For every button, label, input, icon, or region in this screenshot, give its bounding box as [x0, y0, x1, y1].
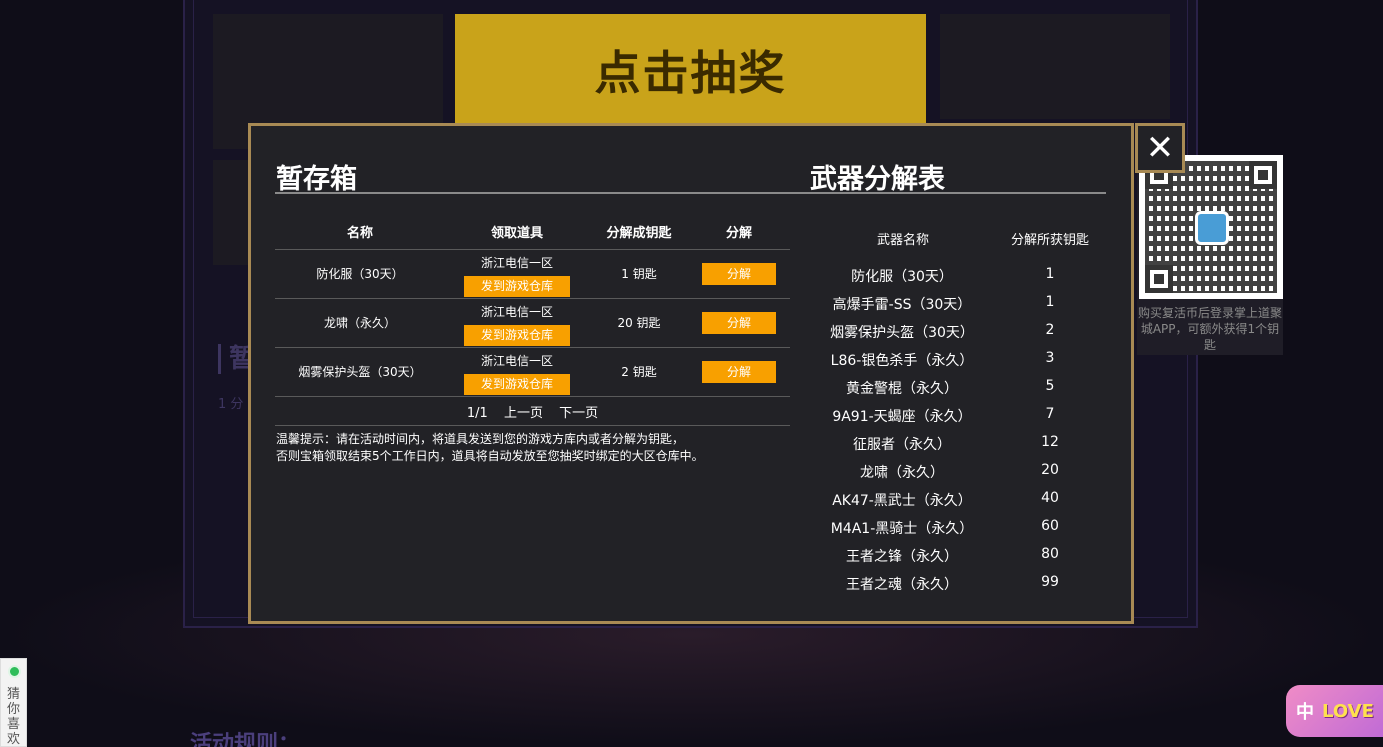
qr-code-image	[1139, 155, 1283, 299]
weapon-name: 9A91-天蝎座（永久）	[832, 409, 972, 425]
weapon-keys: 60	[1041, 518, 1059, 534]
tip-line-2: 否则宝箱领取结束5个工作日内，道具将自动发放至您抽奖时绑定的大区仓库中。	[276, 449, 704, 463]
weapon-row: 防化服（30天） 1	[810, 266, 1106, 288]
weapon-name: 黄金警棍（永久）	[846, 381, 958, 397]
weapon-keys: 5	[1045, 378, 1055, 394]
prev-page-link[interactable]: 上一页	[504, 406, 543, 421]
table-divider	[275, 347, 790, 348]
love-badge-zh: 中	[1296, 702, 1314, 723]
close-button[interactable]: ✕	[1135, 123, 1185, 173]
qr-app-logo-icon	[1195, 211, 1229, 245]
row-region: 浙江电信一区	[480, 305, 553, 319]
weapon-keys: 80	[1041, 546, 1059, 562]
storage-col-keys: 分解成钥匙	[606, 226, 672, 241]
weapon-keys: 2	[1045, 322, 1055, 338]
weapon-keys: 20	[1041, 462, 1059, 478]
table-divider	[275, 425, 790, 426]
storage-title: 暂存箱	[276, 164, 357, 195]
weapon-name: 防化服（30天）	[851, 269, 953, 285]
weapon-name: 高爆手雷-SS（30天）	[832, 297, 972, 313]
love-badge[interactable]: 中 LOVE	[1286, 685, 1383, 737]
row-region: 浙江电信一区	[480, 256, 553, 270]
background-storage-sub: 1 分	[218, 397, 244, 412]
rules-title: 活动规则：	[190, 732, 301, 747]
tip-line-1: 温馨提示：请在活动时间内，将道具发送到您的游戏方库内或者分解为钥匙，	[276, 432, 685, 446]
weapon-name: M4A1-黑骑士（永久）	[830, 521, 974, 537]
weapon-row: AK47-黑武士（永久） 40	[810, 490, 1106, 512]
guess-you-like-label: 猜你喜欢	[7, 687, 21, 747]
weapon-keys: 3	[1045, 350, 1055, 366]
prize-image-small	[213, 160, 248, 265]
next-page-link[interactable]: 下一页	[559, 406, 598, 421]
pagination: 1/1 上一页 下一页	[275, 402, 790, 421]
table-divider	[275, 396, 790, 397]
weapon-keys: 99	[1041, 574, 1059, 590]
status-dot-icon	[8, 665, 21, 678]
weapon-row: 王者之魂（永久） 99	[810, 574, 1106, 596]
send-to-warehouse-button[interactable]: 发到游戏仓库	[464, 276, 570, 297]
qr-pattern	[1145, 161, 1277, 293]
row-item-name: 烟雾保护头盔（30天）	[298, 365, 422, 379]
decompose-button[interactable]: 分解	[702, 312, 776, 334]
row-item-name: 防化服（30天）	[316, 267, 404, 281]
decompose-button[interactable]: 分解	[702, 361, 776, 383]
weapon-name: 龙啸（永久）	[860, 465, 944, 481]
prize-image-sword	[940, 14, 1170, 119]
weapon-keys: 40	[1041, 490, 1059, 506]
weapon-row: 9A91-天蝎座（永久） 7	[810, 406, 1106, 428]
weapon-keys: 7	[1045, 406, 1055, 422]
weapon-name: 征服者（永久）	[853, 437, 951, 453]
close-icon: ✕	[1145, 128, 1175, 168]
qr-caption: 购买复活币后登录掌上道聚城APP，可额外获得1个钥匙	[1137, 306, 1282, 352]
row-keys: 20 钥匙	[617, 316, 661, 330]
send-to-warehouse-button[interactable]: 发到游戏仓库	[464, 374, 570, 395]
row-region: 浙江电信一区	[480, 354, 553, 368]
love-badge-word: LOVE	[1322, 700, 1374, 722]
guess-you-like-widget[interactable]: 猜你喜欢	[0, 658, 27, 747]
weapon-name: 王者之魂（永久）	[846, 577, 958, 593]
weapon-name: AK47-黑武士（永久）	[832, 493, 972, 509]
qr-finder-bottom-left	[1145, 265, 1173, 293]
send-to-warehouse-button[interactable]: 发到游戏仓库	[464, 325, 570, 346]
weapon-name: 王者之锋（永久）	[846, 549, 958, 565]
weapon-row: 高爆手雷-SS（30天） 1	[810, 294, 1106, 316]
weapon-col-keys: 分解所获钥匙	[1010, 233, 1089, 248]
weapon-col-name: 武器名称	[876, 233, 929, 248]
weapon-row: 烟雾保护头盔（30天） 2	[810, 322, 1106, 344]
decompose-button[interactable]: 分解	[702, 263, 776, 285]
weapon-keys: 1	[1045, 294, 1055, 310]
draw-button[interactable]: 点击抽奖	[455, 14, 926, 126]
weapon-table-title: 武器分解表	[810, 164, 945, 195]
qr-finder-top-right	[1249, 161, 1277, 189]
table-divider	[275, 249, 790, 250]
storage-col-decompose: 分解	[725, 226, 752, 241]
weapon-keys: 12	[1041, 434, 1059, 450]
weapon-name: L86-银色杀手（永久）	[830, 353, 974, 369]
weapon-row: 黄金警棍（永久） 5	[810, 378, 1106, 400]
weapon-row: 王者之锋（永久） 80	[810, 546, 1106, 568]
weapon-row: L86-银色杀手（永久） 3	[810, 350, 1106, 372]
weapon-keys: 1	[1045, 266, 1055, 282]
page-indicator: 1/1	[466, 406, 488, 421]
row-keys: 2 钥匙	[621, 365, 657, 379]
row-keys: 1 钥匙	[621, 267, 657, 281]
storage-col-name: 名称	[346, 226, 373, 241]
weapon-row: 龙啸（永久） 20	[810, 462, 1106, 484]
weapon-name: 烟雾保护头盔（30天）	[830, 325, 974, 341]
tip-text: 温馨提示：请在活动时间内，将道具发送到您的游戏方库内或者分解为钥匙， 否则宝箱领…	[276, 431, 796, 465]
row-item-name: 龙啸（永久）	[323, 316, 396, 330]
weapon-row: M4A1-黑骑士（永久） 60	[810, 518, 1106, 540]
weapon-row: 征服者（永久） 12	[810, 434, 1106, 456]
title-divider	[275, 192, 1106, 194]
table-divider	[275, 298, 790, 299]
storage-col-item: 领取道具	[490, 226, 543, 241]
